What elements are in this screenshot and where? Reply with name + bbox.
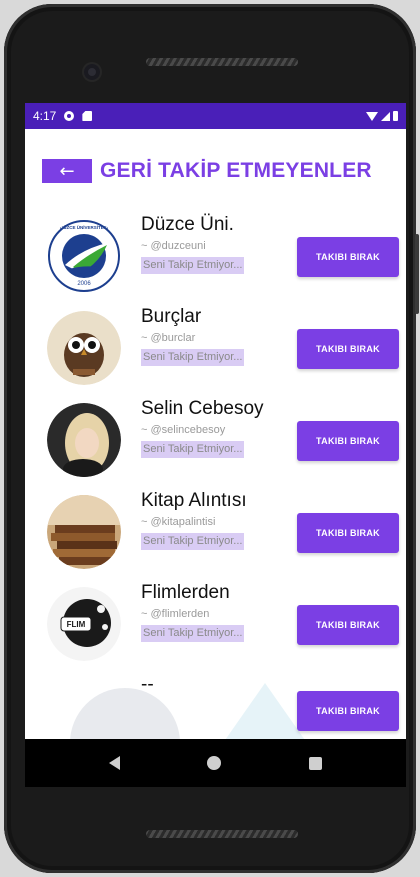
list-item: Burçlar ~ @burclar Seni Takip Etmiyor...… [25, 305, 406, 395]
user-name: Flimlerden [141, 582, 230, 603]
unfollow-button[interactable]: TAKIBI BIRAK [297, 421, 399, 461]
user-info: Flimlerden ~ @flimlerden Seni Takip Etmi… [141, 581, 301, 642]
university-logo: 2006 DÜZCE ÜNİVERSİTESİ [47, 219, 121, 293]
unfollow-button[interactable]: TAKIBI BIRAK [297, 605, 399, 645]
page-title: GERİ TAKİP ETMEYENLER [100, 159, 372, 182]
svg-text:2006: 2006 [77, 281, 91, 287]
unfollow-button[interactable]: TAKIBI BIRAK [297, 329, 399, 369]
user-info: Burçlar ~ @burclar Seni Takip Etmiyor... [141, 305, 301, 366]
arrow-left-icon: ← [59, 160, 75, 182]
front-camera [84, 64, 100, 80]
nav-home-icon[interactable] [207, 756, 222, 770]
user-handle: ~ @kitapalintisi [141, 516, 216, 528]
battery-icon [393, 111, 398, 121]
status-bar: 4:17 [25, 103, 406, 129]
user-handle: ~ @burclar [141, 332, 196, 344]
user-info: Düzce Üni. ~ @duzceuni Seni Takip Etmiyo… [141, 213, 301, 274]
signal-icon [381, 111, 390, 121]
bottom-speaker [146, 830, 298, 838]
top-speaker [146, 58, 298, 66]
list-item: Selin Cebesoy ~ @selincebesoy Seni Takip… [25, 397, 406, 487]
not-following-badge: Seni Takip Etmiyor... [141, 533, 245, 550]
books-image [47, 495, 121, 569]
not-following-badge: Seni Takip Etmiyor... [141, 441, 245, 458]
unfollow-button[interactable]: TAKIBI BIRAK [297, 237, 399, 277]
user-name: Kitap Alıntısı [141, 490, 247, 511]
app-screen: 4:17 ← GERİ TAKİP ETMEYENLER 2006 DÜZCE … [25, 103, 406, 739]
user-handle: ~ @duzceuni [141, 240, 206, 252]
svg-text:DÜZCE ÜNİVERSİTESİ: DÜZCE ÜNİVERSİTESİ [60, 224, 108, 230]
svg-text:FLIM: FLIM [67, 620, 86, 629]
user-info: -- [141, 673, 301, 697]
unfollow-button[interactable]: TAKIBI BIRAK [297, 691, 399, 731]
avatar[interactable] [47, 495, 121, 569]
profile-photo [47, 403, 121, 477]
nav-back-icon[interactable] [108, 756, 120, 770]
user-info: Selin Cebesoy ~ @selincebesoy Seni Takip… [141, 397, 301, 458]
sd-card-icon [82, 111, 93, 121]
user-handle: ~ @selincebesoy [141, 424, 226, 436]
title-bar: ← GERİ TAKİP ETMEYENLER [42, 159, 372, 183]
owl-image [47, 311, 121, 385]
status-time: 4:17 [33, 109, 57, 123]
user-name: Burçlar [141, 306, 202, 327]
unfollow-button[interactable]: TAKIBI BIRAK [297, 513, 399, 553]
phone-side-button [415, 234, 419, 314]
list-item: Kitap Alıntısı ~ @kitapalintisi Seni Tak… [25, 489, 406, 579]
android-navigation-bar [25, 739, 406, 787]
user-name: Düzce Üni. [141, 214, 234, 235]
avatar[interactable] [47, 311, 121, 385]
not-following-badge: Seni Takip Etmiyor... [141, 257, 245, 274]
list-item: -- TAKIBI BIRAK [25, 673, 406, 739]
avatar[interactable]: 2006 DÜZCE ÜNİVERSİTESİ [47, 219, 121, 293]
gear-icon [64, 111, 75, 121]
status-icons [366, 111, 398, 121]
avatar[interactable]: FLIM [47, 587, 121, 661]
user-handle: ~ @flimlerden [141, 608, 210, 620]
avatar[interactable] [47, 403, 121, 477]
list-item: FLIM Flimlerden ~ @flimlerden Seni Takip… [25, 581, 406, 671]
film-logo: FLIM [47, 587, 121, 661]
nav-recents-icon[interactable] [309, 756, 323, 770]
user-name: Selin Cebesoy [141, 398, 264, 419]
user-name: -- [141, 674, 154, 695]
wifi-icon [366, 111, 378, 121]
back-button[interactable]: ← [42, 159, 92, 183]
not-following-badge: Seni Takip Etmiyor... [141, 625, 245, 642]
list-item: 2006 DÜZCE ÜNİVERSİTESİ Düzce Üni. ~ @du… [25, 213, 406, 303]
not-following-badge: Seni Takip Etmiyor... [141, 349, 245, 366]
user-info: Kitap Alıntısı ~ @kitapalintisi Seni Tak… [141, 489, 301, 550]
